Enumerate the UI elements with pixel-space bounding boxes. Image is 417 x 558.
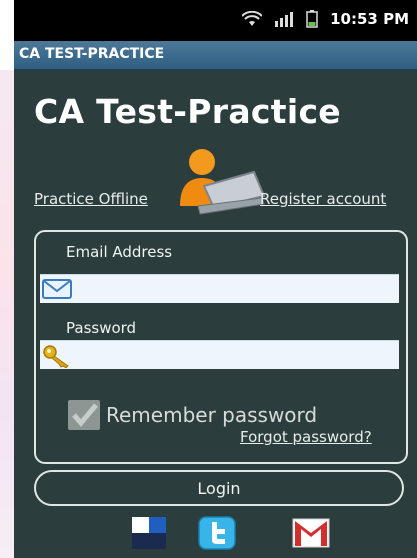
- status-icons: 10:53 PM: [242, 10, 409, 28]
- signal-icon: [275, 12, 294, 27]
- status-time: 10:53 PM: [330, 10, 409, 28]
- register-account-link[interactable]: Register account: [260, 190, 386, 208]
- remember-checkbox[interactable]: [68, 400, 100, 430]
- title-bar-label: CA TEST-PRACTICE: [19, 46, 165, 62]
- wifi-icon: [242, 11, 263, 26]
- login-button[interactable]: Login: [34, 470, 404, 506]
- background-edge: [0, 70, 14, 558]
- battery-icon: [306, 10, 318, 28]
- password-field[interactable]: [40, 340, 399, 369]
- remember-label: Remember password: [106, 403, 318, 427]
- practice-offline-link[interactable]: Practice Offline: [34, 190, 148, 208]
- key-icon: [43, 345, 69, 368]
- main-panel: CA Test-Practice Practice Offline Regist…: [14, 70, 417, 558]
- email-field[interactable]: [40, 274, 399, 303]
- page-title: CA Test-Practice: [34, 92, 341, 131]
- password-label: Password: [66, 319, 137, 337]
- user-computer-icon: [180, 149, 266, 215]
- password-input[interactable]: [74, 341, 398, 369]
- gmail-icon[interactable]: [292, 516, 330, 550]
- checkmark-icon: [72, 403, 98, 427]
- status-bar: 10:53 PM: [14, 0, 417, 41]
- email-label: Email Address: [66, 243, 173, 261]
- twitter-icon[interactable]: [198, 516, 236, 550]
- app-title-bar: CA TEST-PRACTICE: [14, 41, 417, 70]
- delicious-icon[interactable]: [130, 516, 168, 550]
- remember-password-row[interactable]: Remember password: [68, 400, 317, 430]
- envelope-icon: [42, 279, 72, 299]
- email-input[interactable]: [74, 275, 398, 303]
- forgot-password-link[interactable]: Forgot password?: [240, 428, 372, 446]
